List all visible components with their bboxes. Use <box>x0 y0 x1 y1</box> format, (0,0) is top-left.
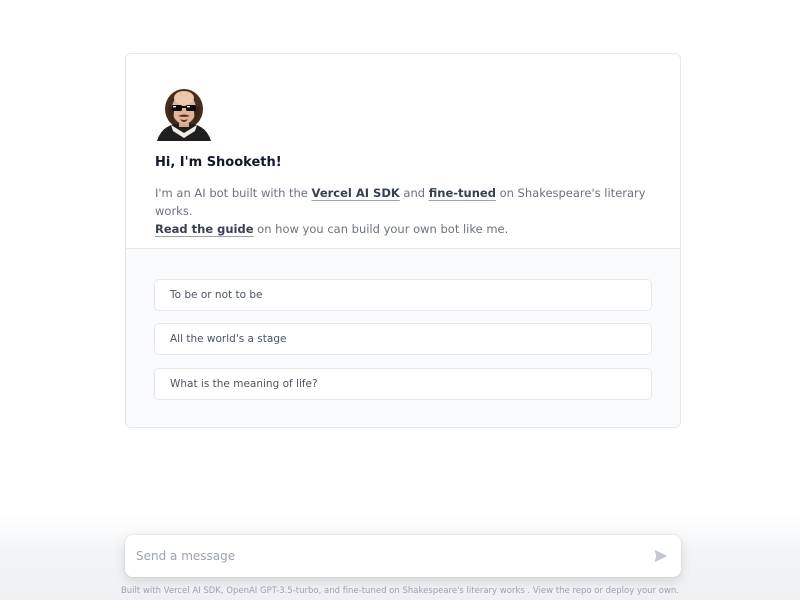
suggestion-meaning-of-life[interactable]: What is the meaning of life? <box>154 368 652 400</box>
welcome-header: Hi, I'm Shooketh! I'm an AI bot built wi… <box>126 54 680 249</box>
message-composer <box>125 535 681 577</box>
suggestion-to-be-or-not-to-be[interactable]: To be or not to be <box>154 279 652 311</box>
intro-text-part: and <box>399 186 429 200</box>
vercel-ai-sdk-link[interactable]: Vercel AI SDK <box>312 186 400 200</box>
footer-note: Built with Vercel AI SDK, OpenAI GPT-3.5… <box>120 586 680 596</box>
chat-page: Hi, I'm Shooketh! I'm an AI bot built wi… <box>0 0 800 600</box>
fine-tuned-link[interactable]: fine-tuned <box>429 186 496 200</box>
greeting-heading: Hi, I'm Shooketh! <box>155 155 282 170</box>
intro-text: I'm an AI bot built with the Vercel AI S… <box>155 184 665 238</box>
welcome-card: Hi, I'm Shooketh! I'm an AI bot built wi… <box>125 53 681 428</box>
suggestion-all-the-worlds-a-stage[interactable]: All the world's a stage <box>154 323 652 355</box>
intro-text-part: I'm an AI bot built with the <box>155 186 312 200</box>
send-arrow-icon[interactable] <box>653 548 669 564</box>
read-the-guide-link[interactable]: Read the guide <box>155 222 254 236</box>
suggestions-panel: To be or not to be All the world's a sta… <box>126 249 680 427</box>
message-input[interactable] <box>136 535 636 577</box>
intro-text-part: on how you can build your own bot like m… <box>253 222 509 236</box>
shakespeare-avatar-icon <box>157 89 211 141</box>
